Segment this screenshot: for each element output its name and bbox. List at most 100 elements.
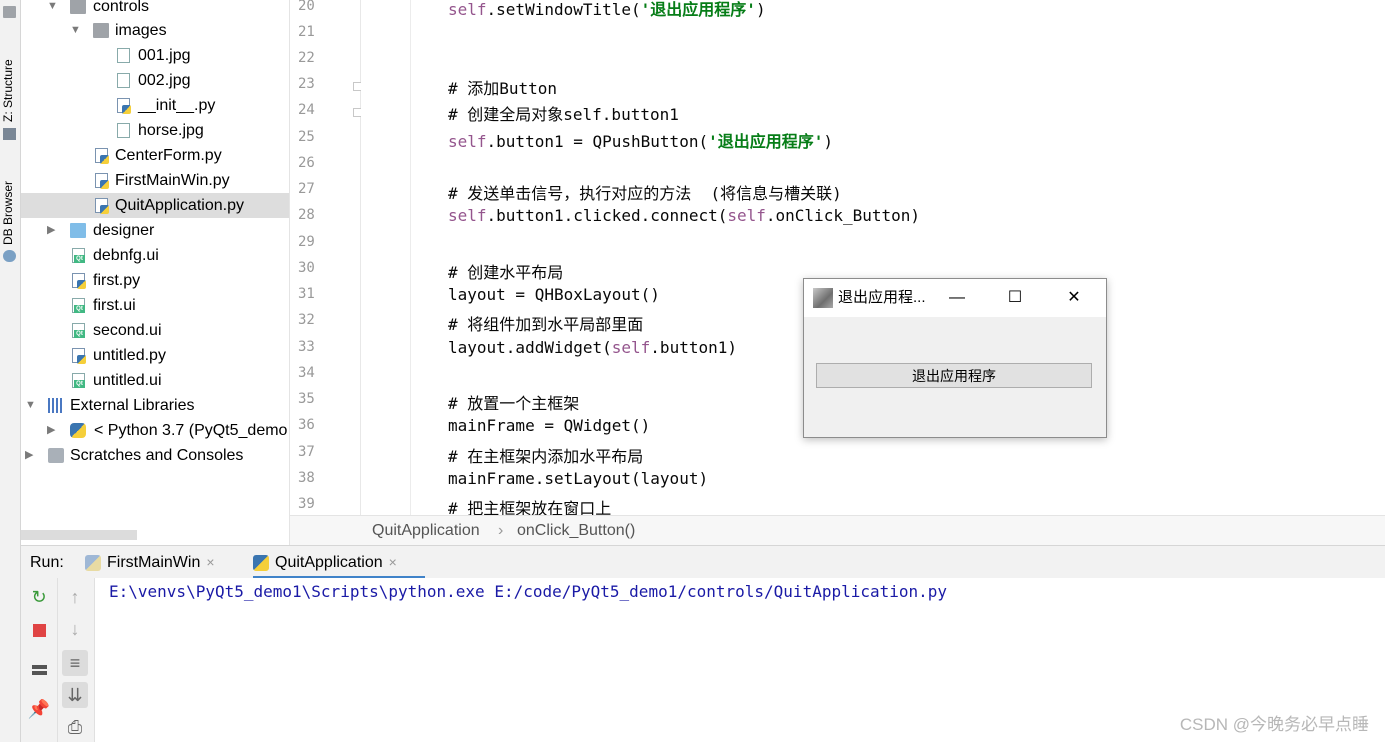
structure-tool-tab[interactable]: Z: Structure <box>1 59 15 122</box>
line-number: 22 <box>298 50 315 66</box>
quit-application-button[interactable]: 退出应用程序 <box>816 363 1092 388</box>
code-token: self <box>448 0 487 19</box>
tree-item-label: 001.jpg <box>138 47 191 64</box>
rerun-icon[interactable]: ↻ <box>26 584 52 610</box>
close-tab-icon[interactable]: × <box>389 554 397 570</box>
tree-item-label: Scratches and Consoles <box>70 447 244 464</box>
tree-item-first-py[interactable]: first.py <box>21 268 289 293</box>
tree-item-label: controls <box>93 0 150 15</box>
code-line-20: self.setWindowTitle('退出应用程序') <box>448 0 766 20</box>
tree-item-firstmainwin-py[interactable]: FirstMainWin.py <box>21 168 289 193</box>
tree-item-external-libraries[interactable]: ▼ External Libraries <box>21 393 289 418</box>
soft-wrap-icon[interactable]: ≡ <box>62 650 88 676</box>
tree-item-untitled-py[interactable]: untitled.py <box>21 343 289 368</box>
tree-horizontal-scrollbar[interactable] <box>21 530 137 540</box>
tree-item-designer[interactable]: ▶ designer <box>21 218 289 243</box>
tree-item-first-ui[interactable]: Qt first.ui <box>21 293 289 318</box>
code-token: ) <box>755 0 766 19</box>
close-icon[interactable]: ✕ <box>1045 279 1103 317</box>
code-comment: # 将组件加到水平局部里面 <box>448 315 644 334</box>
python-file-icon <box>117 98 131 114</box>
breadcrumb-class[interactable]: QuitApplication <box>372 516 480 546</box>
python-run-icon <box>85 554 101 571</box>
tree-item-label: first.ui <box>93 297 136 314</box>
close-tab-icon[interactable]: × <box>206 554 214 570</box>
pin-icon[interactable]: 📌 <box>26 696 52 722</box>
tree-item-init-py[interactable]: __init__.py <box>21 93 289 118</box>
code-line-33: layout.addWidget(self.button1) <box>448 338 737 357</box>
collapse-arrow-icon[interactable]: ▶ <box>25 443 33 468</box>
window-titlebar[interactable]: 退出应用程... — ☐ ✕ <box>804 279 1106 317</box>
python-file-icon <box>72 348 86 364</box>
tree-item-label: designer <box>93 222 155 239</box>
expand-arrow-icon[interactable]: ▼ <box>47 0 58 19</box>
line-number: 31 <box>298 286 315 302</box>
tree-item-python-sdk[interactable]: ▶ < Python 3.7 (PyQt5_demo <box>21 418 289 443</box>
folder-icon <box>70 0 86 14</box>
line-number: 36 <box>298 417 315 433</box>
library-icon <box>48 398 64 413</box>
line-number: 20 <box>298 0 315 14</box>
scroll-to-end-icon[interactable]: ⇊ <box>62 682 88 708</box>
code-comment: # 创建水平布局 <box>448 263 564 282</box>
run-tab-firstmainwin[interactable]: FirstMainWin × <box>85 546 215 579</box>
print-icon[interactable]: ⎙ <box>62 714 88 740</box>
layout-icon[interactable] <box>26 656 52 682</box>
collapse-arrow-icon[interactable]: ▶ <box>47 218 55 243</box>
minimize-icon[interactable]: — <box>928 279 986 317</box>
tree-item-label: second.ui <box>93 322 162 339</box>
image-file-icon <box>117 123 130 138</box>
tree-item-scratches[interactable]: ▶ Scratches and Consoles <box>21 443 289 468</box>
db-browser-tool-tab[interactable]: DB Browser <box>1 181 15 245</box>
qt-ui-file-icon: Qt <box>72 373 85 388</box>
run-tab-label: QuitApplication <box>275 554 383 571</box>
tree-item-label: External Libraries <box>70 397 195 414</box>
code-comment: # 放置一个主框架 <box>448 394 580 413</box>
line-number: 28 <box>298 207 315 223</box>
tree-item-images[interactable]: ▼ images <box>21 18 289 43</box>
collapse-arrow-icon[interactable]: ▶ <box>47 418 55 443</box>
line-number: 29 <box>298 234 315 250</box>
maximize-icon[interactable]: ☐ <box>986 279 1044 317</box>
app-icon <box>813 288 833 308</box>
tree-item-horse-jpg[interactable]: horse.jpg <box>21 118 289 143</box>
line-number: 26 <box>298 155 315 171</box>
breadcrumb-method[interactable]: onClick_Button() <box>517 516 635 546</box>
scroll-down-icon[interactable]: ↓ <box>62 616 88 642</box>
left-tool-strip: Z: Structure DB Browser <box>0 0 21 742</box>
tree-item-untitled-ui[interactable]: Qt untitled.ui <box>21 368 289 393</box>
project-icon[interactable] <box>3 6 16 18</box>
tree-item-001-jpg[interactable]: 001.jpg <box>21 43 289 68</box>
tree-item-label: debnfg.ui <box>93 247 159 264</box>
qt-app-window[interactable]: 退出应用程... — ☐ ✕ 退出应用程序 <box>803 278 1107 438</box>
run-toolbar-primary: ↻ 📌 <box>21 578 58 742</box>
tree-item-controls[interactable]: ▼ controls <box>21 0 289 19</box>
scroll-up-icon[interactable]: ↑ <box>62 584 88 610</box>
tree-item-quitapplication-py[interactable]: QuitApplication.py <box>21 193 289 218</box>
run-tab-quitapplication[interactable]: QuitApplication × <box>253 546 425 579</box>
tree-item-label: CenterForm.py <box>115 147 222 164</box>
python-file-icon <box>95 173 109 189</box>
code-token: self <box>611 338 651 357</box>
editor-gutter: 20 21 22 23 24 25 26 27 28 29 30 31 32 3… <box>290 0 361 515</box>
expand-arrow-icon[interactable]: ▼ <box>25 393 36 418</box>
tree-item-second-ui[interactable]: Qt second.ui <box>21 318 289 343</box>
expand-arrow-icon[interactable]: ▼ <box>70 18 81 43</box>
tree-item-label: untitled.py <box>93 347 166 364</box>
tree-item-centerform-py[interactable]: CenterForm.py <box>21 143 289 168</box>
tree-item-debnfg-ui[interactable]: Qt debnfg.ui <box>21 243 289 268</box>
stop-icon[interactable] <box>26 616 52 642</box>
line-number: 34 <box>298 365 315 381</box>
code-token: .button1) <box>650 338 737 357</box>
code-string: '退出应用程序' <box>640 0 756 19</box>
breadcrumb-separator-icon: › <box>498 522 504 539</box>
line-number: 21 <box>298 24 315 40</box>
run-label: Run: <box>30 554 64 571</box>
tree-item-002-jpg[interactable]: 002.jpg <box>21 68 289 93</box>
line-number: 30 <box>298 260 315 276</box>
watermark-text: CSDN @今晚务必早点睡 <box>1179 715 1369 734</box>
code-token: self <box>448 206 487 225</box>
console-output-line: E:\venvs\PyQt5_demo1\Scripts\python.exe … <box>109 582 948 601</box>
tree-item-label: 002.jpg <box>138 72 191 89</box>
indent-guide <box>410 0 411 515</box>
